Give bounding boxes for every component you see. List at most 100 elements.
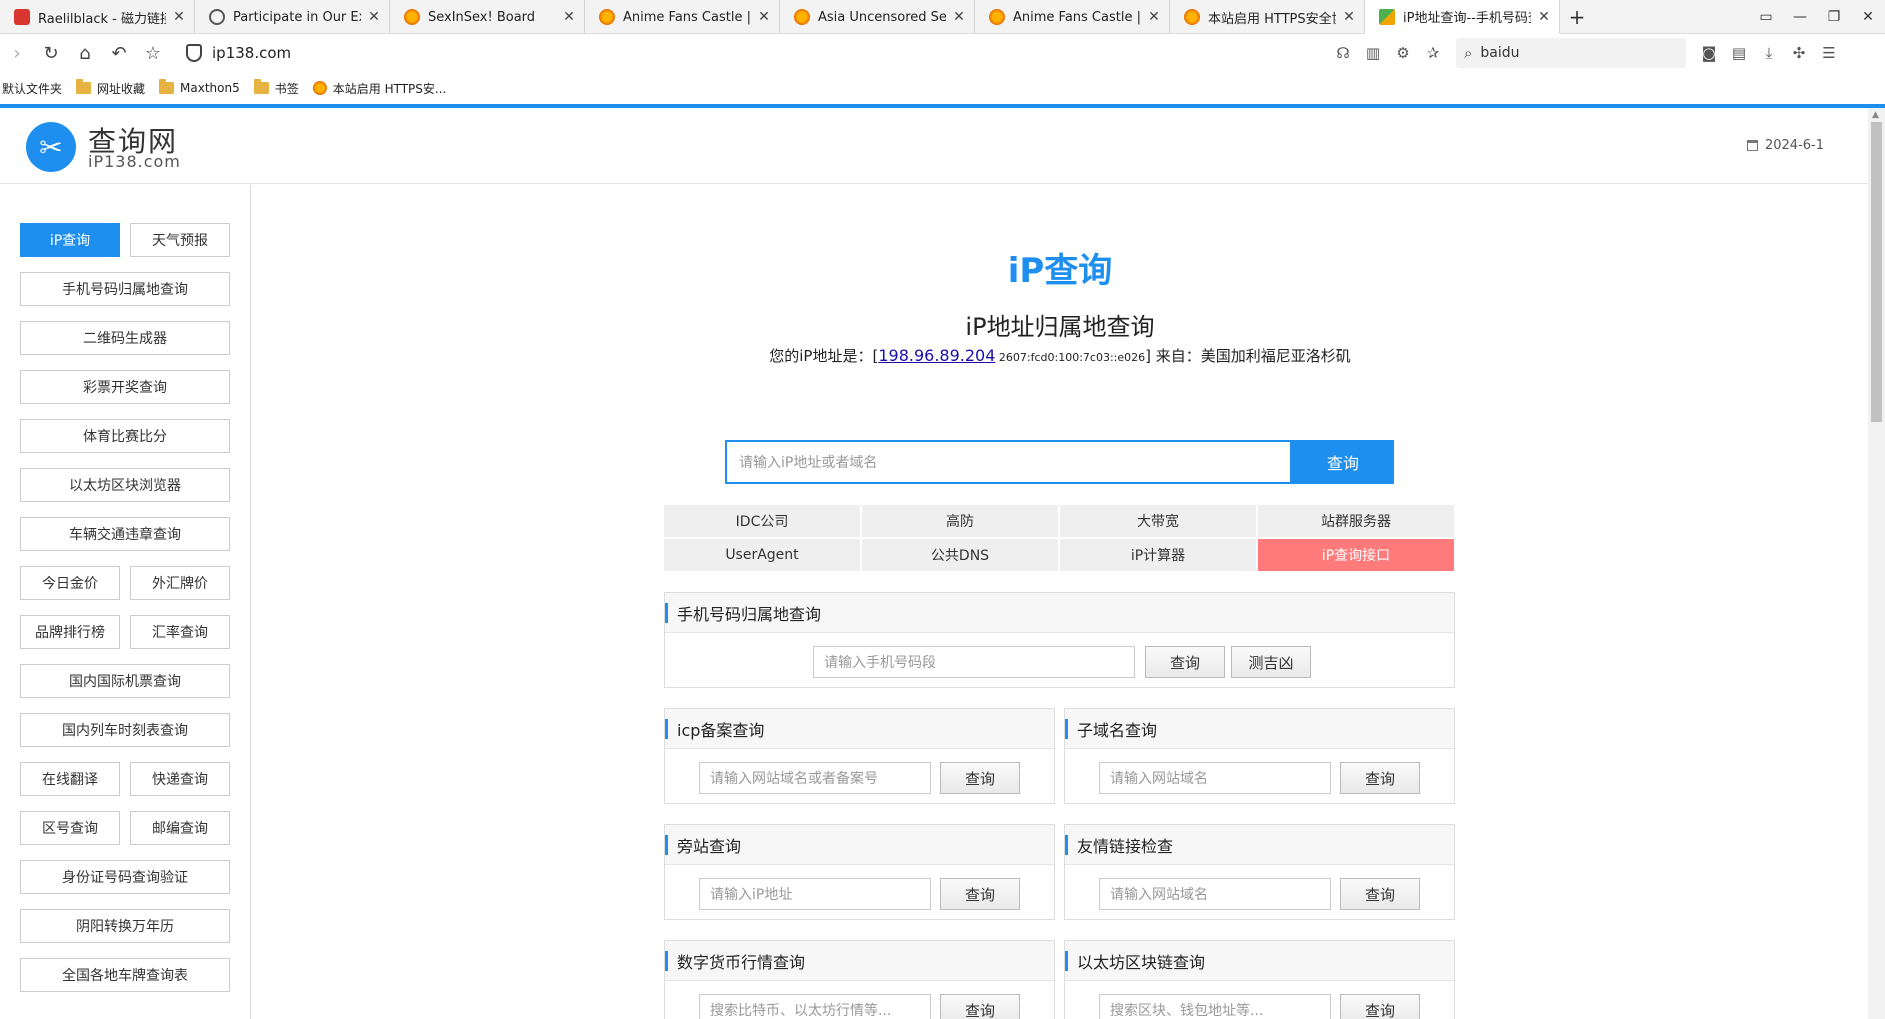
page-scrollbar[interactable]: ▲ (1868, 108, 1885, 1019)
sidebar-item-lottery[interactable]: 彩票开奖查询 (20, 370, 230, 404)
ip-search-button[interactable]: 查询 (1292, 440, 1394, 484)
ip-address-link[interactable]: 198.96.89.204 (878, 346, 995, 365)
download-icon[interactable]: ⤓ (1754, 38, 1784, 68)
close-tab-icon[interactable]: ✕ (1342, 9, 1356, 25)
link-useragent[interactable]: UserAgent (664, 539, 860, 571)
scroll-up-icon[interactable]: ▲ (1872, 110, 1879, 120)
link-ip-api[interactable]: iP查询接口 (1258, 539, 1454, 571)
close-tab-icon[interactable]: ✕ (952, 9, 966, 25)
sidebar-item-zipcode[interactable]: 邮编查询 (130, 811, 230, 845)
browser-tab[interactable]: 本站启用 HTTPS安全协 ✕ (1170, 0, 1365, 34)
browser-tab[interactable]: SexInSex! Board ✕ (390, 0, 585, 34)
site-favicon-icon (794, 9, 810, 25)
forward-icon[interactable]: › (0, 36, 34, 70)
friendlink-query-button[interactable]: 查询 (1340, 878, 1420, 910)
sidebar-item-exchange[interactable]: 汇率查询 (130, 615, 230, 649)
close-tab-icon[interactable]: ✕ (562, 9, 576, 25)
tools-logo-icon[interactable]: ✂ (26, 122, 76, 172)
new-tab-button[interactable]: + (1560, 0, 1594, 34)
folder-icon (76, 79, 92, 94)
sidebar-item-idcard[interactable]: 身份证号码查询验证 (20, 860, 230, 894)
browser-tab-active[interactable]: iP地址查询--手机号码查 ✕ (1365, 0, 1560, 34)
ip-search-input[interactable]: 请输入iP地址或者域名 (725, 440, 1292, 484)
friendlink-domain-input[interactable]: 请输入网站域名 (1099, 878, 1331, 910)
close-tab-icon[interactable]: ✕ (367, 9, 381, 25)
site-favicon-icon (312, 81, 327, 95)
close-tab-icon[interactable]: ✕ (1537, 9, 1551, 25)
search-input[interactable]: ⌕ baidu (1456, 38, 1686, 68)
eth-search-input[interactable]: 搜索区块、钱包地址等... (1099, 994, 1331, 1019)
mobile-query-button[interactable]: 查询 (1145, 646, 1225, 678)
icp-query-button[interactable]: 查询 (940, 762, 1020, 794)
close-window-icon[interactable]: ✕ (1851, 0, 1885, 34)
reader-mode-icon[interactable]: ▥ (1358, 38, 1388, 68)
minimize-icon[interactable]: — (1783, 0, 1817, 34)
link-station-server[interactable]: 站群服务器 (1258, 505, 1454, 537)
undo-icon[interactable]: ↶ (102, 36, 136, 70)
bookmark-site[interactable]: 本站启用 HTTPS安... (312, 80, 446, 97)
read-aloud-icon[interactable]: ☊ (1328, 38, 1358, 68)
link-ddos[interactable]: 高防 (862, 505, 1058, 537)
camera-icon[interactable]: ◙ (1694, 38, 1724, 68)
menu-icon[interactable]: ☰ (1814, 38, 1844, 68)
browser-tab[interactable]: Anime Fans Castle | H ✕ (975, 0, 1170, 34)
star-icon[interactable]: ☆ (136, 36, 170, 70)
mobile-fortune-button[interactable]: 测吉凶 (1231, 646, 1311, 678)
browser-tab[interactable]: Participate in Our Excl ✕ (195, 0, 390, 34)
sidebar-item-forex[interactable]: 外汇牌价 (130, 566, 230, 600)
favorites-icon[interactable]: ✰ (1418, 38, 1448, 68)
sidebar-item-flights[interactable]: 国内国际机票查询 (20, 664, 230, 698)
subdomain-input[interactable]: 请输入网站域名 (1099, 762, 1331, 794)
bookmark-default-folder[interactable]: 默认文件夹 (2, 80, 62, 97)
subdomain-query-button[interactable]: 查询 (1340, 762, 1420, 794)
sidebar-item-qrcode[interactable]: 二维码生成器 (20, 321, 230, 355)
notes-icon[interactable]: ▤ (1724, 38, 1754, 68)
sidebar-item-calendar[interactable]: 阴阳转换万年历 (20, 909, 230, 943)
link-idc[interactable]: IDC公司 (664, 505, 860, 537)
mobile-number-input[interactable]: 请输入手机号码段 (813, 646, 1135, 678)
sidebar-item-sports[interactable]: 体育比赛比分 (20, 419, 230, 453)
sidesite-ip-input[interactable]: 请输入iP地址 (699, 878, 931, 910)
sidebar-item-gold[interactable]: 今日金价 (20, 566, 120, 600)
panel-header: 旁站查询 (665, 825, 1054, 865)
sidebar-item-translate[interactable]: 在线翻译 (20, 762, 120, 796)
scrollbar-thumb[interactable] (1871, 122, 1882, 422)
crypto-search-input[interactable]: 搜索比特币、以太坊行情等... (699, 994, 931, 1019)
sidebar-item-mobile[interactable]: 手机号码归属地查询 (20, 272, 230, 306)
crypto-query-button[interactable]: 查询 (940, 994, 1020, 1019)
link-ip-calculator[interactable]: iP计算器 (1060, 539, 1256, 571)
sidebar-item-express[interactable]: 快递查询 (130, 762, 230, 796)
sidebar-item-brand[interactable]: 品牌排行榜 (20, 615, 120, 649)
close-tab-icon[interactable]: ✕ (757, 9, 771, 25)
sidebar-item-ip-query[interactable]: iP查询 (20, 223, 120, 257)
settings-icon[interactable]: ⚙ (1388, 38, 1418, 68)
extensions-icon[interactable]: ✣ (1784, 38, 1814, 68)
sidebar-item-weather[interactable]: 天气预报 (130, 223, 230, 257)
browser-tab[interactable]: Raelilblack - 磁力链接 ✕ (0, 0, 195, 34)
page-subtitle: iP地址归属地查询 (965, 313, 1155, 341)
site-domain[interactable]: iP138.com (88, 152, 181, 171)
bookmark-folder[interactable]: Maxthon5 (159, 79, 240, 95)
close-tab-icon[interactable]: ✕ (172, 9, 186, 25)
bookmark-folder[interactable]: 网址收藏 (76, 79, 145, 97)
link-public-dns[interactable]: 公共DNS (862, 539, 1058, 571)
home-icon[interactable]: ⌂ (68, 36, 102, 70)
sidebar-item-plates[interactable]: 全国各地车牌查询表 (20, 958, 230, 992)
close-tab-icon[interactable]: ✕ (1147, 9, 1161, 25)
tab-list-icon[interactable]: ▭ (1749, 0, 1783, 34)
sidesite-query-button[interactable]: 查询 (940, 878, 1020, 910)
link-bandwidth[interactable]: 大带宽 (1060, 505, 1256, 537)
sidebar-item-trains[interactable]: 国内列车时刻表查询 (20, 713, 230, 747)
sidebar-item-areacode[interactable]: 区号查询 (20, 811, 120, 845)
sidebar-item-traffic[interactable]: 车辆交通违章查询 (20, 517, 230, 551)
browser-tab[interactable]: Anime Fans Castle | H ✕ (585, 0, 780, 34)
browser-tab[interactable]: Asia Uncensored Secti ✕ (780, 0, 975, 34)
eth-query-button[interactable]: 查询 (1340, 994, 1420, 1019)
sidebar-item-ethereum[interactable]: 以太坊区块浏览器 (20, 468, 230, 502)
reload-icon[interactable]: ↻ (34, 36, 68, 70)
bookmark-folder[interactable]: 书签 (253, 79, 299, 97)
maximize-icon[interactable]: ❐ (1817, 0, 1851, 34)
icp-input[interactable]: 请输入网站域名或者备案号 (699, 762, 931, 794)
page-title: iP查询 (1007, 251, 1113, 291)
address-bar[interactable]: ip138.com (178, 38, 1328, 68)
